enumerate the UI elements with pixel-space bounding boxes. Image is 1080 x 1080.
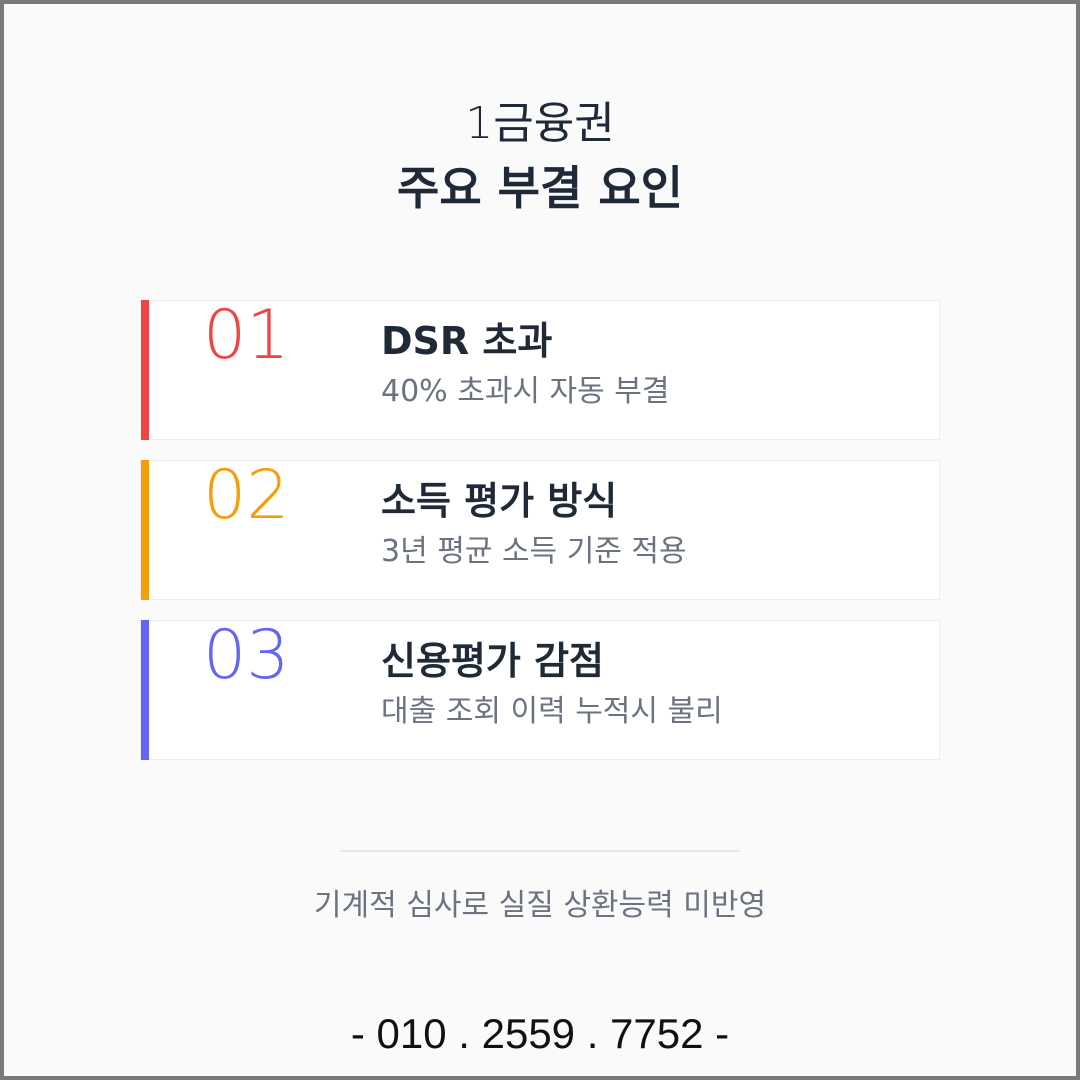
footnote-text: 기계적 심사로 실질 상환능력 미반영 [313, 888, 767, 923]
card-title: 소득 평가 방식 [381, 479, 618, 523]
section-divider [340, 850, 740, 852]
card-accent-bar [141, 300, 149, 440]
header-subtitle: 1금융권 [465, 98, 615, 149]
card-accent-bar [141, 620, 149, 760]
card-accent-bar [141, 460, 149, 600]
factor-card-credit: 03 신용평가 감점 대출 조회 이력 누적시 불리 [140, 620, 940, 760]
card-description: 40% 초과시 자동 부결 [381, 374, 670, 409]
card-number: 01 [203, 296, 290, 375]
card-description: 3년 평균 소득 기준 적용 [381, 534, 687, 569]
card-number: 02 [203, 456, 290, 535]
card-number: 03 [203, 616, 290, 695]
card-description: 대출 조회 이력 누적시 불리 [381, 694, 723, 729]
card-title: 신용평가 감점 [381, 639, 604, 683]
poster-frame: 1금융권 주요 부결 요인 01 DSR 초과 40% 초과시 자동 부결 02… [4, 4, 1076, 1076]
factor-card-income: 02 소득 평가 방식 3년 평균 소득 기준 적용 [140, 460, 940, 600]
card-title: DSR 초과 [381, 319, 553, 363]
contact-phone: - 010 . 2559 . 7752 - [350, 1010, 730, 1057]
factor-card-dsr: 01 DSR 초과 40% 초과시 자동 부결 [140, 300, 940, 440]
header-title: 주요 부결 요인 [397, 161, 683, 215]
